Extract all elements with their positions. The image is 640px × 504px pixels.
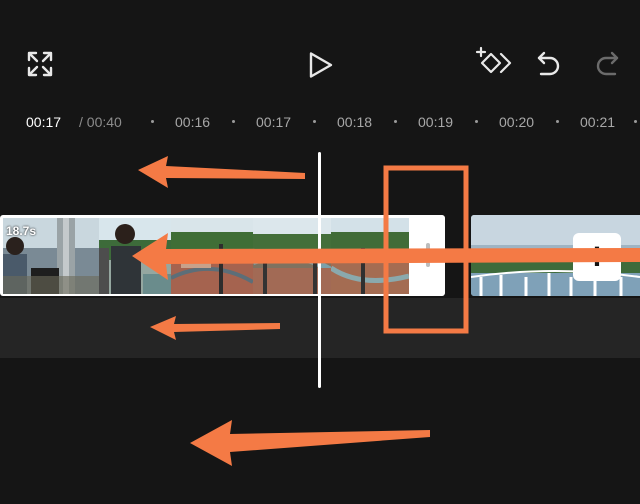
annotation-arrow-icon	[150, 316, 280, 340]
annotation-overlay	[132, 156, 640, 466]
annotation-arrow-icon	[190, 420, 430, 466]
annotation-arrow-icon	[138, 156, 305, 188]
